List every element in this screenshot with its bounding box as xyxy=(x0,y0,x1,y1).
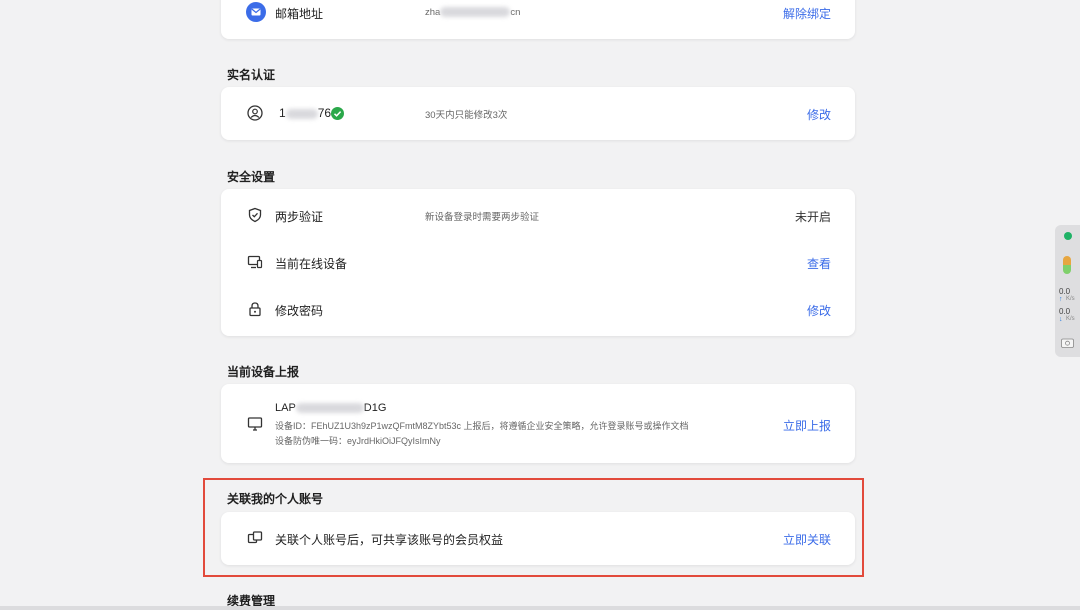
realname-card: 1 76 30天内只能修改3次 修改 xyxy=(221,87,855,140)
device-name: LAP D1G xyxy=(275,402,387,414)
online-devices-row: 当前在线设备 查看 xyxy=(221,242,855,282)
realname-id: 1 76 xyxy=(279,106,332,120)
security-card: 两步验证 新设备登录时需要两步验证 未开启 当前在线设备 查看 修改密码 修改 xyxy=(221,189,855,336)
two-step-row[interactable]: 两步验证 新设备登录时需要两步验证 未开启 xyxy=(221,195,855,235)
devices-icon xyxy=(247,254,263,270)
highlight-box xyxy=(203,478,864,577)
lock-icon xyxy=(247,301,263,317)
camera-icon[interactable] xyxy=(1061,335,1074,348)
view-devices-link[interactable]: 查看 xyxy=(807,255,831,272)
upload-arrow-icon: ↑ xyxy=(1059,296,1063,303)
unbind-email-link[interactable]: 解除绑定 xyxy=(783,5,831,22)
user-circle-icon xyxy=(247,105,263,121)
mail-icon xyxy=(246,2,266,22)
report-now-link[interactable]: 立即上报 xyxy=(783,417,831,434)
network-monitor-widget[interactable]: 0.0 K/s ↑ 0.0 K/s ↓ xyxy=(1055,225,1080,357)
realname-section-title: 实名认证 xyxy=(227,68,276,82)
two-step-desc: 新设备登录时需要两步验证 xyxy=(425,212,540,223)
device-id-line: 设备ID：FEhUZ1U3h9zP1wzQFmtM8ZYbt53c 上报后，将遵… xyxy=(275,421,689,431)
monitor-icon xyxy=(247,416,263,432)
change-password-link[interactable]: 修改 xyxy=(807,302,831,319)
email-row: 邮箱地址 zha cn 解除绑定 xyxy=(221,0,855,32)
download-speed: 0.0 xyxy=(1059,307,1071,316)
download-arrow-icon: ↓ xyxy=(1059,316,1063,323)
change-password-label: 修改密码 xyxy=(275,304,324,318)
edit-realname-link[interactable]: 修改 xyxy=(807,106,831,123)
two-step-status: 未开启 xyxy=(794,210,831,224)
online-devices-label: 当前在线设备 xyxy=(275,257,348,271)
anti-fake-code-line: 设备防伪唯一码：eyJrdHkiOiJFQyIsImNy xyxy=(275,436,441,446)
verified-check-icon xyxy=(331,107,344,120)
download-unit: K/s xyxy=(1066,316,1075,322)
two-step-label: 两步验证 xyxy=(275,210,324,224)
traffic-light-icon xyxy=(1063,256,1071,274)
email-label: 邮箱地址 xyxy=(275,7,324,21)
bottom-edge xyxy=(0,606,1080,610)
upload-speed: 0.0 xyxy=(1059,287,1071,296)
shield-check-icon xyxy=(247,207,263,223)
device-report-section-title: 当前设备上报 xyxy=(227,365,300,379)
security-section-title: 安全设置 xyxy=(227,170,276,184)
email-card: 邮箱地址 zha cn 解除绑定 xyxy=(221,0,855,39)
realname-note: 30天内只能修改3次 xyxy=(425,110,508,121)
email-value: zha cn xyxy=(425,7,521,18)
upload-unit: K/s xyxy=(1066,296,1075,302)
device-report-card: LAP D1G 设备ID：FEhUZ1U3h9zP1wzQFmtM8ZYbt53c… xyxy=(221,384,855,463)
realname-row: 1 76 30天内只能修改3次 修改 xyxy=(221,93,855,133)
status-dot-icon xyxy=(1064,232,1072,240)
change-password-row: 修改密码 修改 xyxy=(221,289,855,329)
